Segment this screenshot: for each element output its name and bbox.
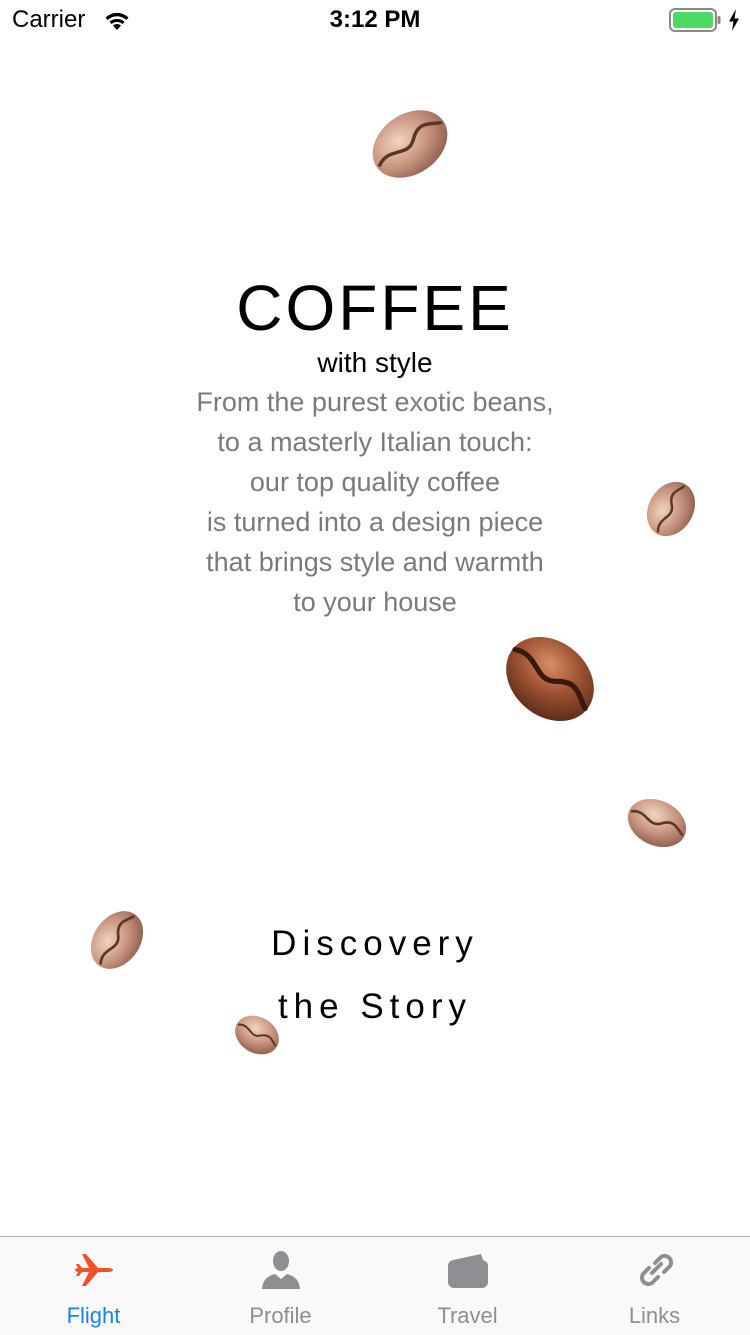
tab-bar: Flight Profile Travel Links [0, 1236, 750, 1335]
clock: 3:12 PM [329, 6, 421, 33]
description-line: to a masterly Italian touch: [217, 427, 533, 457]
the-story-link[interactable]: the Story [0, 985, 750, 1029]
person-icon [262, 1251, 300, 1289]
battery-icon [669, 8, 721, 32]
tab-label: Travel [437, 1303, 498, 1328]
description-line: that brings style and warmth [206, 547, 544, 577]
hero-description: From the purest exotic beans, to a maste… [0, 382, 750, 622]
description-line: our top quality coffee [249, 467, 501, 497]
tab-label: Profile [249, 1303, 312, 1328]
discovery-link[interactable]: Discovery [0, 922, 750, 966]
hero-subtitle: with style [317, 347, 433, 378]
status-bar: Carrier 3:12 PM [0, 0, 750, 40]
description-line: From the purest exotic beans, [196, 387, 554, 417]
wallet-icon [448, 1254, 488, 1288]
description-line: to your house [293, 587, 457, 617]
description-line: is turned into a design piece [206, 507, 544, 537]
coffee-bean-image [506, 636, 594, 722]
charging-icon [729, 9, 739, 31]
tab-travel[interactable]: Travel [374, 1237, 561, 1335]
hero-title: COFFEE [236, 272, 514, 344]
coffee-bean-image [372, 110, 448, 178]
tab-links[interactable]: Links [561, 1237, 748, 1335]
tab-label: Links [628, 1303, 681, 1328]
tab-label: Flight [66, 1303, 121, 1328]
link-icon [639, 1253, 674, 1287]
airplane-icon [75, 1254, 113, 1286]
coffee-bean-image [627, 798, 687, 848]
tab-flight[interactable]: Flight [0, 1237, 187, 1335]
tab-profile[interactable]: Profile [187, 1237, 374, 1335]
